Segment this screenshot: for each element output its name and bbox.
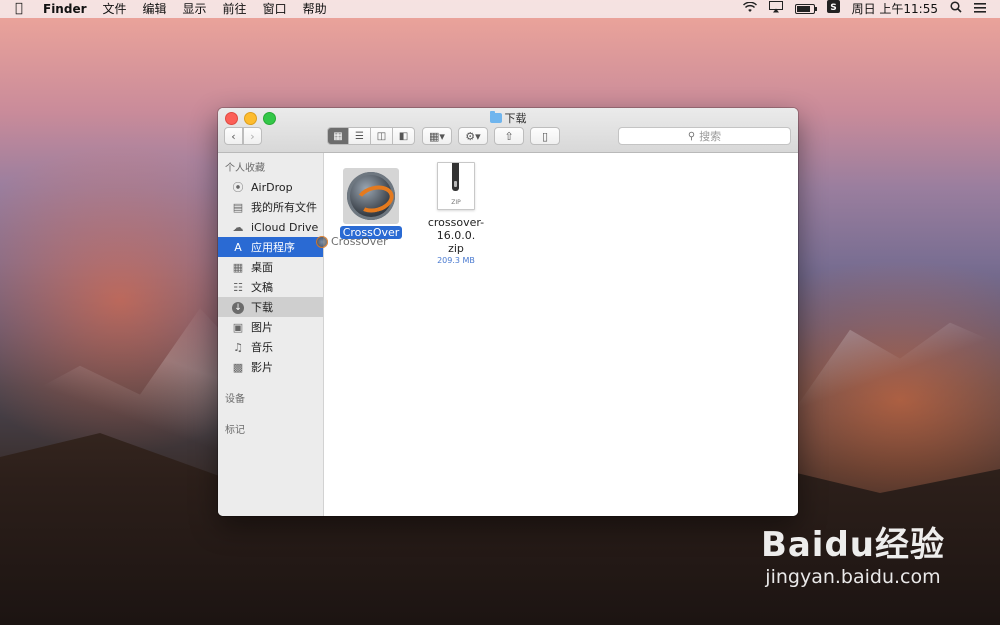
sidebar-item-all-files[interactable]: ▤ 我的所有文件	[218, 197, 323, 217]
sidebar-item-desktop[interactable]: ▦ 桌面	[218, 257, 323, 277]
window-titlebar[interactable]: 下载 ‹ › ▦ ☰ ◫ ◧ ▦▾ ⚙▾ ⇧ ▯ ⚲ 搜索	[218, 108, 798, 153]
sidebar-item-documents[interactable]: ☷ 文稿	[218, 277, 323, 297]
sidebar-item-airdrop[interactable]: ⦿ AirDrop	[218, 177, 323, 197]
sidebar-item-music[interactable]: ♫ 音乐	[218, 337, 323, 357]
icon-view-button[interactable]: ▦	[327, 127, 349, 145]
drag-ghost-label: CrossOver	[331, 235, 388, 248]
file-name[interactable]: crossover-16.0.0. zip	[416, 216, 496, 255]
column-view-button[interactable]: ◫	[371, 127, 393, 145]
movies-icon: ▩	[232, 360, 244, 374]
airdrop-icon: ⦿	[232, 181, 244, 194]
music-icon: ♫	[233, 340, 243, 354]
sidebar-item-icloud-drive[interactable]: ☁ iCloud Drive	[218, 217, 323, 237]
sidebar: 个人收藏 ⦿ AirDrop ▤ 我的所有文件 ☁ iCloud Drive A…	[218, 153, 324, 516]
sidebar-item-label: AirDrop	[251, 180, 293, 194]
crossover-drag-icon	[316, 235, 328, 248]
menu-file[interactable]: 文件	[103, 0, 127, 18]
arrange-button[interactable]: ▦▾	[422, 127, 452, 145]
spotlight-icon[interactable]	[950, 0, 962, 18]
folder-icon	[489, 111, 502, 123]
baidu-jingyan-watermark: Baidu经验 jingyan.baidu.com	[761, 517, 945, 588]
sidebar-item-label: 图片	[251, 321, 273, 334]
menu-app-name[interactable]: Finder	[43, 0, 87, 18]
sidebar-item-downloads[interactable]: ↓ 下载	[218, 297, 323, 317]
list-view-button[interactable]: ☰	[349, 127, 371, 145]
notification-center-icon[interactable]	[974, 0, 986, 18]
battery-icon[interactable]	[794, 4, 817, 14]
tags-header[interactable]: 标记	[218, 417, 323, 439]
file-size: 209.3 MB	[437, 256, 475, 265]
view-mode-segment: ▦ ☰ ◫ ◧	[327, 127, 415, 145]
pictures-icon: ▣	[232, 320, 244, 334]
zip-file-icon[interactable]: ZIP	[428, 158, 484, 214]
drag-ghost: CrossOver	[316, 235, 388, 248]
forward-button[interactable]: ›	[243, 127, 262, 145]
sidebar-item-label: 文稿	[251, 281, 273, 294]
devices-header[interactable]: 设备	[218, 386, 323, 408]
menu-go[interactable]: 前往	[223, 0, 247, 18]
documents-icon: ☷	[233, 280, 243, 294]
menu-bar:  Finder 文件 编辑 显示 前往 窗口 帮助 S 周日 上午11:55	[0, 0, 1000, 18]
file-item-crossover-zip[interactable]: ZIP crossover-16.0.0. zip 209.3 MB	[416, 158, 496, 265]
menu-help[interactable]: 帮助	[303, 0, 327, 18]
favorites-header: 个人收藏	[225, 163, 265, 174]
sidebar-item-label: 影片	[251, 361, 273, 374]
sidebar-item-label: 音乐	[251, 341, 273, 354]
window-title-text: 下载	[504, 112, 527, 125]
share-button[interactable]: ⇧	[494, 127, 524, 145]
search-icon: ⚲	[687, 130, 696, 142]
crossover-app-icon[interactable]	[343, 168, 399, 224]
sidebar-item-label: 桌面	[251, 261, 273, 274]
action-gear-button[interactable]: ⚙▾	[458, 127, 488, 145]
sidebar-item-label: iCloud Drive	[251, 220, 319, 234]
airplay-icon[interactable]	[768, 0, 783, 18]
window-title: 下载	[218, 110, 798, 126]
menubar-clock[interactable]: 周日 上午11:55	[852, 0, 938, 18]
cloud-icon: ☁	[232, 220, 244, 234]
search-placeholder: 搜索	[699, 130, 722, 143]
file-name-line2: zip	[448, 242, 464, 255]
watermark-url: jingyan.baidu.com	[765, 566, 941, 588]
all-files-icon: ▤	[232, 200, 244, 214]
sidebar-item-label: 我的所有文件	[251, 201, 317, 214]
downloads-icon: ↓	[231, 300, 245, 314]
menu-window[interactable]: 窗口	[263, 0, 287, 18]
sidebar-item-movies[interactable]: ▩ 影片	[218, 357, 323, 377]
zip-badge: ZIP	[451, 199, 461, 206]
back-button[interactable]: ‹	[224, 127, 243, 145]
cover-flow-button[interactable]: ◧	[393, 127, 415, 145]
wifi-icon[interactable]	[742, 0, 757, 18]
menu-edit[interactable]: 编辑	[143, 0, 167, 18]
file-name-line1: crossover-16.0.0.	[427, 216, 485, 242]
file-item-crossover[interactable]: CrossOver	[331, 168, 411, 239]
applications-icon: A	[234, 240, 242, 254]
sidebar-item-label: 应用程序	[251, 241, 295, 254]
desktop-icon: ▦	[232, 260, 244, 274]
menu-view[interactable]: 显示	[183, 0, 207, 18]
tag-button[interactable]: ▯	[530, 127, 560, 145]
finder-window: 下载 ‹ › ▦ ☰ ◫ ◧ ▦▾ ⚙▾ ⇧ ▯ ⚲ 搜索 个人收藏 ⦿ Air…	[218, 108, 798, 516]
file-browser-content[interactable]: CrossOver ZIP crossover-16.0.0. zip 209.…	[324, 153, 798, 516]
sidebar-item-label: 下载	[251, 301, 273, 314]
sidebar-item-applications[interactable]: A 应用程序	[218, 237, 323, 257]
sidebar-item-pictures[interactable]: ▣ 图片	[218, 317, 323, 337]
svg-text:S: S	[830, 3, 836, 13]
sogou-input-icon[interactable]: S	[826, 0, 840, 18]
watermark-brand: Baidu经验	[760, 525, 945, 565]
apple-menu-icon[interactable]: 	[15, 0, 29, 18]
search-field[interactable]: ⚲ 搜索	[618, 127, 791, 145]
